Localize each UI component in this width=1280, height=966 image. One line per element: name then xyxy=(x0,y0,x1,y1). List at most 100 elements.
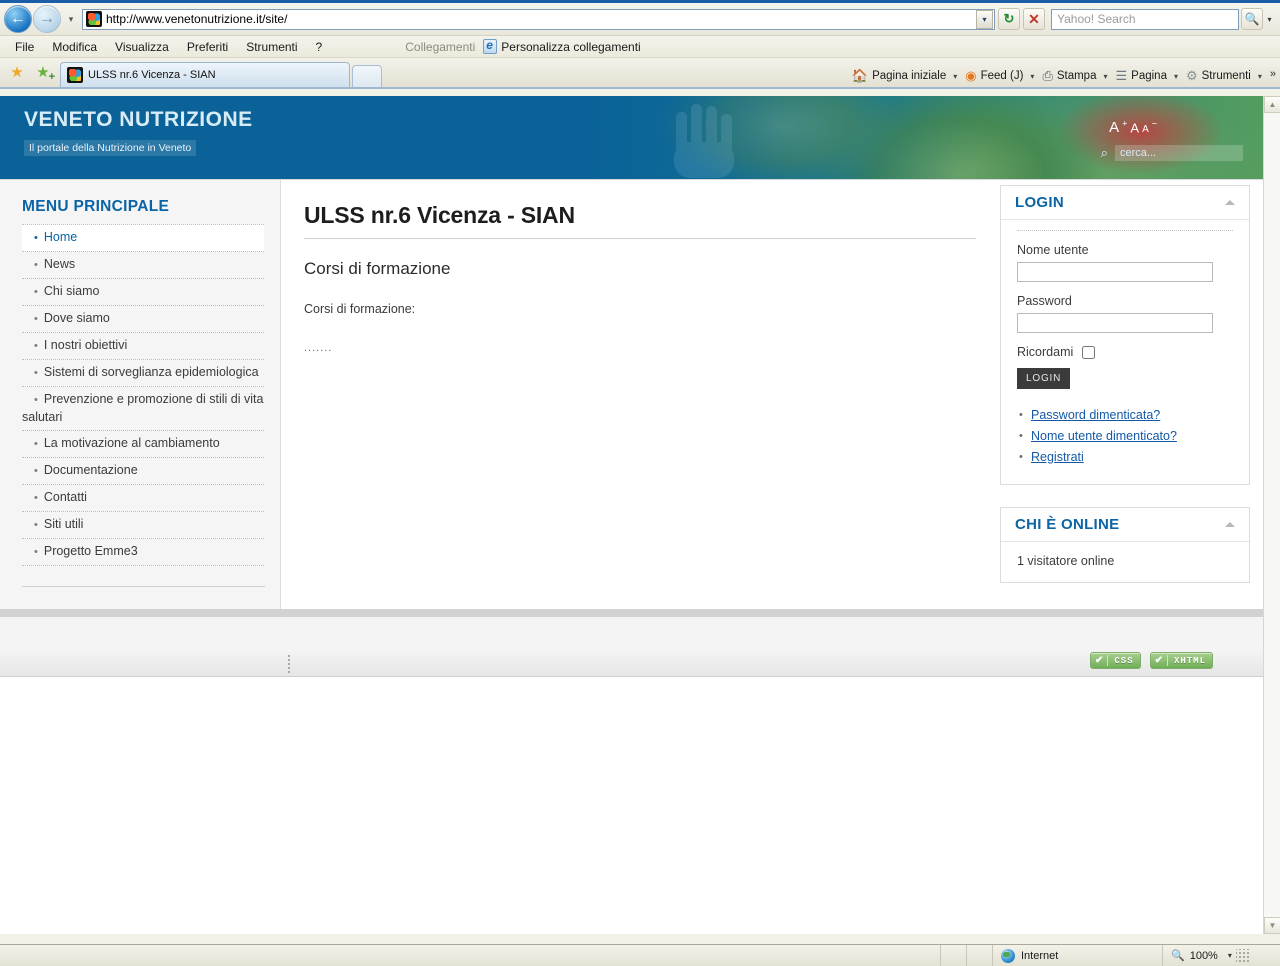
chevron-down-icon: ▾ xyxy=(1173,71,1178,81)
sidebar-item-label[interactable]: Dove siamo xyxy=(44,311,110,325)
star-icon: ★ xyxy=(10,64,24,81)
address-dropdown-button[interactable]: ▾ xyxy=(976,9,993,29)
browser-tab-active[interactable]: ULSS nr.6 Vicenza - SIAN xyxy=(60,62,350,87)
who-is-online-header: CHI È ONLINE xyxy=(1001,508,1249,542)
sidebar-item-label[interactable]: Prevenzione e promozione di stili di vit… xyxy=(22,392,263,424)
bullet-icon: • xyxy=(34,367,38,379)
check-icon: ✔ xyxy=(1091,655,1109,666)
resize-grip[interactable] xyxy=(1235,948,1250,963)
refresh-icon: ↻ xyxy=(1003,11,1015,26)
list-item[interactable]: Registrati xyxy=(1019,447,1233,468)
menu-file[interactable]: File xyxy=(6,40,43,54)
browser-search-input[interactable]: Yahoo! Search xyxy=(1051,8,1239,30)
list-item[interactable]: Password dimenticata? xyxy=(1019,405,1233,426)
chevron-down-icon: ▾ xyxy=(953,71,958,81)
sidebar-item-progetto-emme3[interactable]: • Progetto Emme3 xyxy=(22,539,264,566)
sidebar-item-label[interactable]: Sistemi di sorveglianza epidemiologica xyxy=(44,365,259,379)
command-print[interactable]: ⎙ Stampa ▾ xyxy=(1038,68,1111,84)
font-size-increase-button[interactable]: A+ xyxy=(1109,119,1130,136)
tab-favicon xyxy=(67,67,83,83)
forgot-username-link[interactable]: Nome utente dimenticato? xyxy=(1031,429,1177,443)
sidebar-item-label[interactable]: Siti utili xyxy=(44,517,84,531)
security-zone-cell[interactable]: Internet xyxy=(992,944,1162,966)
page-viewport: VENETO NUTRIZIONE Il portale della Nutri… xyxy=(0,96,1280,934)
sidebar-item-label[interactable]: Home xyxy=(44,230,77,244)
browser-search-go-button[interactable]: 🔍 xyxy=(1241,8,1263,30)
remember-me-checkbox[interactable] xyxy=(1082,345,1096,359)
sidebar-item-label[interactable]: I nostri obiettivi xyxy=(44,338,127,352)
chevron-down-icon: ▾ xyxy=(68,13,74,24)
tab-title: ULSS nr.6 Vicenza - SIAN xyxy=(88,69,216,81)
internet-explorer-icon xyxy=(483,38,498,54)
command-tools[interactable]: ⚙ Strumenti ▾ xyxy=(1182,68,1266,84)
browser-search-placeholder: Yahoo! Search xyxy=(1057,12,1136,26)
sidebar-item-sorveglianza[interactable]: • Sistemi di sorveglianza epidemiologica xyxy=(22,360,264,387)
menu-strumenti[interactable]: Strumenti xyxy=(237,40,306,54)
sidebar-item-motivazione[interactable]: • La motivazione al cambiamento xyxy=(22,431,264,458)
address-input[interactable]: http://www.venetonutrizione.it/site/ xyxy=(106,12,976,26)
menu-modifica[interactable]: Modifica xyxy=(43,40,106,54)
command-home-label: Pagina iniziale xyxy=(872,70,947,82)
sidebar-item-home[interactable]: • Home xyxy=(22,224,264,252)
validation-badges: ✔ CSS ✔ XHTML xyxy=(1090,652,1213,669)
hand-decoration-icon xyxy=(674,104,734,178)
sidebar-item-documentazione[interactable]: • Documentazione xyxy=(22,458,264,485)
customize-links-item[interactable]: Personalizza collegamenti xyxy=(501,40,649,54)
overflow-chevron-icon[interactable]: » xyxy=(1270,68,1276,80)
menu-bar: File Modifica Visualizza Preferiti Strum… xyxy=(0,36,1280,58)
sidebar-item-news[interactable]: • News xyxy=(22,252,264,279)
list-item[interactable]: Nome utente dimenticato? xyxy=(1019,426,1233,447)
forgot-password-link[interactable]: Password dimenticata? xyxy=(1031,408,1160,422)
favorites-center-icon[interactable]: ★ xyxy=(6,61,28,83)
address-input-container[interactable]: http://www.venetonutrizione.it/site/ ▾ xyxy=(82,8,995,30)
sidebar-item-label[interactable]: Contatti xyxy=(44,490,87,504)
stop-button[interactable]: ✕ xyxy=(1023,8,1045,30)
sidebar-item-label[interactable]: News xyxy=(44,257,75,271)
scroll-up-button[interactable]: ▲ xyxy=(1264,96,1280,113)
menu-help[interactable]: ? xyxy=(307,40,332,54)
sidebar-item-chi-siamo[interactable]: • Chi siamo xyxy=(22,279,264,306)
sidebar-item-obiettivi[interactable]: • I nostri obiettivi xyxy=(22,333,264,360)
sidebar-item-dove-siamo[interactable]: • Dove siamo xyxy=(22,306,264,333)
css-validation-badge[interactable]: ✔ CSS xyxy=(1090,652,1141,669)
back-button[interactable]: ← xyxy=(4,5,32,33)
sidebar-item-prevenzione[interactable]: • Prevenzione e promozione di stili di vi… xyxy=(22,387,264,431)
search-provider-dropdown[interactable]: ▾ xyxy=(1263,15,1276,24)
sidebar-item-label[interactable]: Progetto Emme3 xyxy=(44,544,138,558)
chevron-down-icon[interactable]: ▾ xyxy=(1228,951,1232,960)
forward-button[interactable]: → xyxy=(33,5,61,33)
command-home[interactable]: 🏠 Pagina iniziale ▾ xyxy=(848,68,961,84)
menu-preferiti[interactable]: Preferiti xyxy=(178,40,237,54)
collapse-arrow-icon[interactable] xyxy=(1225,200,1235,205)
site-footer: ✔ CSS ✔ XHTML xyxy=(0,617,1263,677)
site-search-input[interactable] xyxy=(1115,145,1243,161)
font-size-decrease-button[interactable]: A− xyxy=(1142,119,1160,135)
bullet-icon: • xyxy=(34,546,38,558)
sidebar-item-contatti[interactable]: • Contatti xyxy=(22,485,264,512)
xhtml-validation-badge[interactable]: ✔ XHTML xyxy=(1149,652,1213,669)
sidebar-item-siti-utili[interactable]: • Siti utili xyxy=(22,512,264,539)
menu-visualizza[interactable]: Visualizza xyxy=(106,40,178,54)
collapse-arrow-icon[interactable] xyxy=(1225,522,1235,527)
right-column: LOGIN Nome utente Password Ricordami LOG… xyxy=(1000,180,1250,605)
refresh-button[interactable]: ↻ xyxy=(998,8,1020,30)
sidebar-item-label[interactable]: Documentazione xyxy=(44,463,138,477)
zoom-cell[interactable]: 🔍 100% ▾ xyxy=(1162,944,1280,966)
sidebar-divider xyxy=(22,586,265,587)
scroll-down-button[interactable]: ▼ xyxy=(1264,917,1280,934)
add-to-favorites-button[interactable]: ★ xyxy=(32,61,55,83)
new-tab-button[interactable] xyxy=(352,65,382,87)
password-label: Password xyxy=(1017,294,1072,308)
username-input[interactable] xyxy=(1017,262,1213,282)
command-page[interactable]: ☰ Pagina ▾ xyxy=(1112,68,1182,84)
history-dropdown-button[interactable]: ▾ xyxy=(63,14,79,25)
register-link[interactable]: Registrati xyxy=(1031,450,1084,464)
page-scrollbar[interactable]: ▲ ▼ xyxy=(1263,96,1280,934)
command-feed-label: Feed (J) xyxy=(980,70,1024,82)
login-submit-button[interactable]: LOGIN xyxy=(1017,368,1071,389)
font-size-reset-button[interactable]: A xyxy=(1130,120,1142,135)
command-feed[interactable]: ◉ Feed (J) ▾ xyxy=(961,68,1038,84)
sidebar-item-label[interactable]: La motivazione al cambiamento xyxy=(44,436,220,450)
sidebar-item-label[interactable]: Chi siamo xyxy=(44,284,100,298)
password-input[interactable] xyxy=(1017,313,1213,333)
